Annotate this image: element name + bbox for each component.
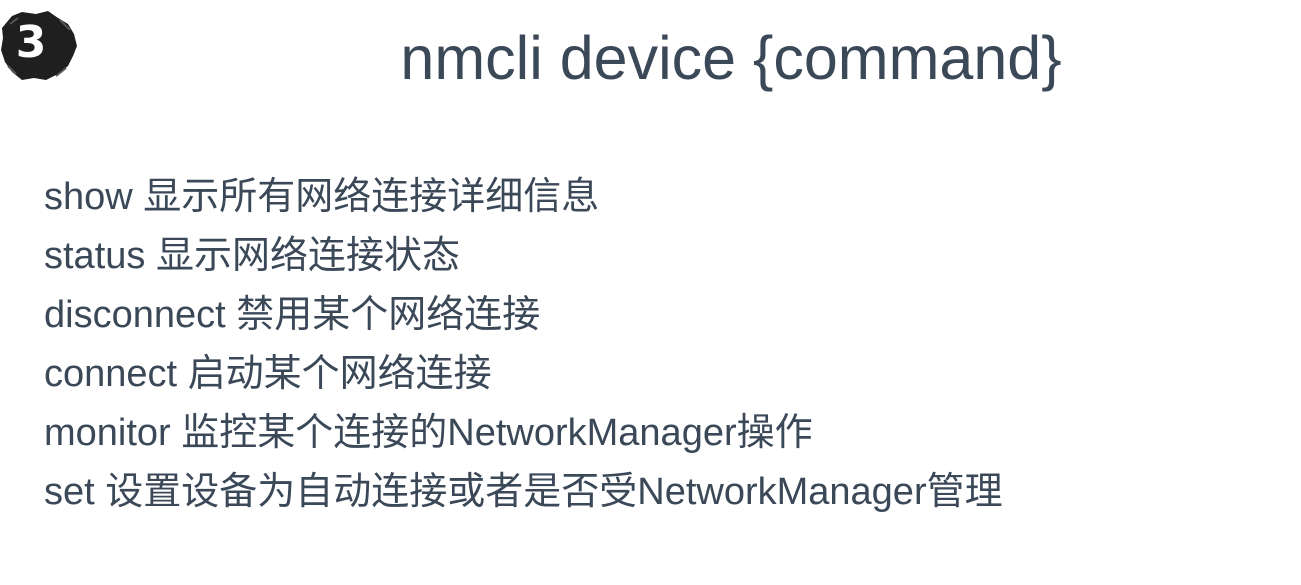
command-list: show 显示所有网络连接详细信息 status 显示网络连接状态 discon…	[44, 168, 1003, 522]
list-item: set 设置设备为自动连接或者是否受NetworkManager管理	[44, 471, 1003, 513]
list-item: connect 启动某个网络连接	[44, 353, 492, 395]
list-item: monitor 监控某个连接的NetworkManager操作	[44, 412, 813, 454]
list-item: status 显示网络连接状态	[44, 235, 460, 277]
list-item: show 显示所有网络连接详细信息	[44, 176, 600, 218]
list-item: disconnect 禁用某个网络连接	[44, 294, 541, 336]
page-title: nmcli device {command}	[400, 24, 1062, 92]
